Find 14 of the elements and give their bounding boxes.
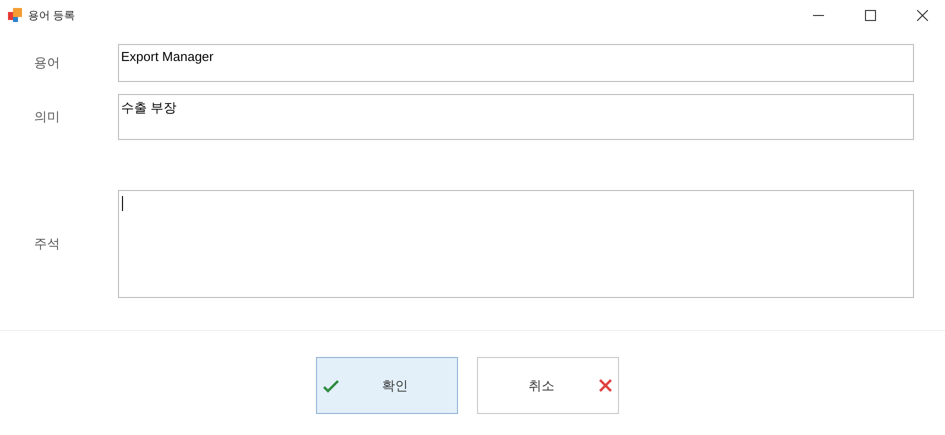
confirm-button[interactable]: 확인 bbox=[316, 357, 458, 414]
close-icon[interactable] bbox=[916, 10, 928, 20]
field-label: 주석 bbox=[34, 235, 61, 253]
check-icon bbox=[323, 378, 339, 392]
close-icon bbox=[599, 379, 612, 392]
field-label: 용어 bbox=[34, 54, 61, 72]
maximize-icon[interactable] bbox=[864, 10, 876, 20]
field-label: 의미 bbox=[34, 108, 61, 126]
input-field[interactable]: 수출 부장 bbox=[118, 94, 914, 140]
window-title: 용어 등록 bbox=[28, 8, 76, 22]
input-field[interactable]: Export Manager bbox=[118, 44, 914, 82]
app-icon bbox=[8, 8, 22, 22]
cancel-button[interactable]: 취소 bbox=[477, 357, 619, 414]
minimize-icon[interactable] bbox=[812, 14, 824, 16]
